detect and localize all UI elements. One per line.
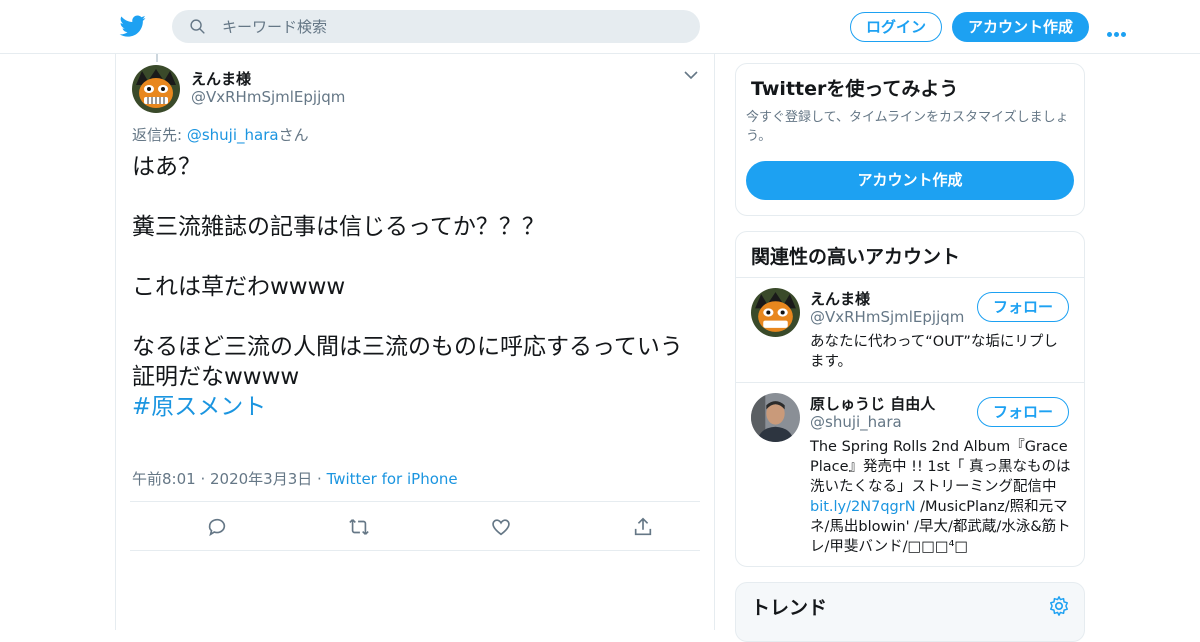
- signup-card-button[interactable]: アカウント作成: [746, 161, 1074, 200]
- account-handle[interactable]: @VxRHmSjmlEpjjqm: [810, 308, 964, 326]
- avatar-mask-icon: [751, 288, 800, 337]
- retweet-icon[interactable]: [348, 516, 370, 538]
- thread-connector: [156, 54, 158, 62]
- login-button[interactable]: ログイン: [850, 12, 942, 42]
- tweet-body: はあ？ 糞三流雑誌の記事は信じるってか？？？ これは草だわwwww なるほど三流…: [132, 154, 683, 390]
- replying-to: 返信先: @shuji_haraさん: [132, 124, 309, 145]
- tweet-text: はあ？ 糞三流雑誌の記事は信じるってか？？？ これは草だわwwww なるほど三流…: [132, 152, 702, 422]
- avatar[interactable]: [751, 288, 800, 337]
- replying-suffix: さん: [278, 126, 309, 144]
- reply-icon[interactable]: [206, 516, 228, 538]
- signup-card-description: 今すぐ登録して、タイムラインをカスタマイズしましょう。: [746, 110, 1069, 144]
- gear-icon[interactable]: [1048, 595, 1070, 617]
- twitter-bird-icon[interactable]: [119, 13, 147, 39]
- signup-card: Twitterを使ってみよう 今すぐ登録して、タイムラインをカスタマイズしましょ…: [735, 63, 1085, 216]
- tweet-timestamp: 午前8:01 · 2020年3月3日 · Twitter for iPhone: [132, 468, 458, 489]
- account-bio-link[interactable]: bit.ly/2N7qgrN: [810, 499, 916, 515]
- related-accounts-card: 関連性の高いアカウント えんま様 @VxRHmSjmlEpjjqm フォロー あ…: [735, 231, 1085, 567]
- follow-button[interactable]: フォロー: [977, 292, 1069, 322]
- share-icon[interactable]: [632, 516, 654, 538]
- tweet-source-link[interactable]: Twitter for iPhone: [327, 470, 458, 488]
- tweet-author-handle[interactable]: @VxRHmSjmlEpjjqm: [191, 88, 345, 106]
- account-bio: The Spring Rolls 2nd Album『Grace Place』発…: [810, 437, 1072, 557]
- account-bio: あなたに代わって“OUT”な垢にリプします。: [810, 334, 1058, 370]
- divider: [736, 277, 1084, 278]
- search-input[interactable]: [222, 10, 682, 43]
- divider: [736, 382, 1084, 383]
- related-accounts-title: 関連性の高いアカウント: [751, 246, 961, 268]
- account-name[interactable]: 原しゅうじ 自由人: [810, 393, 935, 414]
- trends-card: トレンド: [735, 582, 1085, 642]
- avatar-mask-icon: [132, 65, 180, 113]
- tweet-actions: [130, 501, 700, 551]
- tweet-detail: えんま様 @VxRHmSjmlEpjjqm 返信先: @shuji_haraさん…: [115, 54, 715, 630]
- tweet-author-name[interactable]: えんま様: [191, 68, 251, 89]
- follow-button[interactable]: フォロー: [977, 397, 1069, 427]
- hashtag-link[interactable]: #原スメント: [132, 394, 266, 420]
- account-name[interactable]: えんま様: [810, 288, 870, 309]
- signup-card-title: Twitterを使ってみよう: [751, 78, 959, 100]
- tweet-time[interactable]: 午前8:01 · 2020年3月3日 ·: [132, 470, 327, 488]
- signup-button[interactable]: アカウント作成: [952, 12, 1089, 42]
- like-heart-icon[interactable]: [490, 516, 512, 538]
- replying-to-link[interactable]: @shuji_hara: [187, 126, 279, 144]
- trends-title: トレンド: [751, 597, 828, 619]
- avatar-person-icon: [751, 393, 800, 442]
- avatar[interactable]: [751, 393, 800, 442]
- search-box[interactable]: [172, 10, 700, 43]
- avatar[interactable]: [132, 65, 180, 113]
- account-bio-text: The Spring Rolls 2nd Album『Grace Place』発…: [810, 439, 1071, 495]
- replying-prefix: 返信先:: [132, 126, 187, 144]
- top-navigation-bar: ログイン アカウント作成: [0, 0, 1200, 54]
- more-options-icon[interactable]: [1107, 22, 1131, 37]
- chevron-down-icon[interactable]: [684, 70, 698, 80]
- search-icon: [190, 19, 205, 34]
- account-handle[interactable]: @shuji_hara: [810, 413, 902, 431]
